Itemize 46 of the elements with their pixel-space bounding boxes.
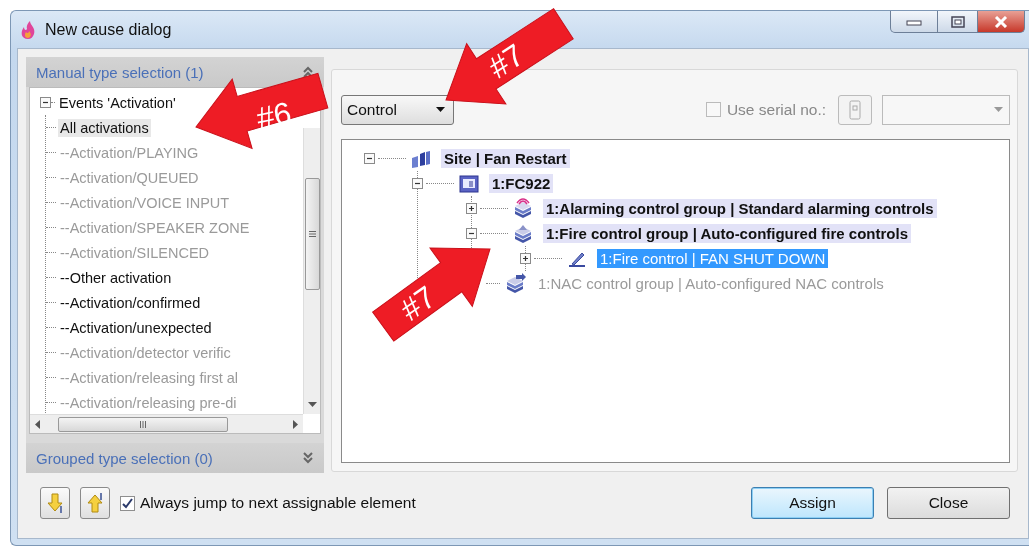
tree-item[interactable]: 1:Fire control group | Auto-configured fire controls xyxy=(543,224,911,243)
close-icon xyxy=(994,15,1008,28)
minimize-button[interactable] xyxy=(890,11,938,33)
caret-icon xyxy=(994,106,1003,113)
close-button[interactable] xyxy=(978,11,1025,33)
flame-icon xyxy=(19,19,37,40)
maximize-button[interactable] xyxy=(938,11,978,33)
grip-icon xyxy=(308,230,316,238)
maximize-icon xyxy=(950,15,965,28)
callout-label: #7 xyxy=(482,37,531,86)
move-up-button[interactable] xyxy=(80,487,110,519)
collapse-icon[interactable] xyxy=(40,97,51,108)
checkbox-label: Always jump to next assignable element xyxy=(140,494,416,512)
scroll-left-icon[interactable] xyxy=(34,419,40,429)
move-down-button[interactable] xyxy=(40,487,70,519)
grip-icon xyxy=(139,420,147,428)
phone-icon xyxy=(849,99,861,120)
collapse-icon[interactable] xyxy=(364,153,375,164)
tree-item[interactable]: --Activation/unexpected xyxy=(58,318,214,337)
tree-item[interactable]: --Activation/confirmed xyxy=(58,293,203,312)
expand-icon[interactable] xyxy=(520,253,531,264)
expand-icon[interactable] xyxy=(466,203,477,214)
assign-button[interactable]: Assign xyxy=(751,487,874,519)
control-panel-icon xyxy=(457,172,481,195)
horizontal-scrollbar[interactable] xyxy=(30,414,303,433)
caret-icon xyxy=(436,106,445,113)
collapse-icon[interactable] xyxy=(466,228,477,239)
tree-item[interactable]: Events 'Activation' xyxy=(57,93,178,112)
close-dialog-button[interactable]: Close xyxy=(887,487,1010,519)
checkbox[interactable] xyxy=(120,495,135,511)
checkbox-label: Use serial no.: xyxy=(726,100,826,119)
callout-label: #7 xyxy=(393,279,443,328)
tree-item[interactable]: 1:FC922 xyxy=(489,174,554,193)
tree-item[interactable]: --Other activation xyxy=(58,268,174,287)
minimize-icon xyxy=(906,17,922,26)
window-title: New cause dialog xyxy=(45,20,172,39)
arrow-up-icon xyxy=(86,492,104,514)
scroll-right-icon[interactable] xyxy=(293,419,299,429)
scroll-down-icon[interactable] xyxy=(307,402,317,408)
tree-item[interactable]: 1:Alarming control group | Standard alarming controls xyxy=(543,199,937,218)
tree-item[interactable]: All activations xyxy=(58,118,151,137)
vertical-scrollbar[interactable] xyxy=(303,128,320,414)
type-dropdown[interactable]: Control xyxy=(341,94,454,125)
collapse-icon[interactable] xyxy=(412,178,423,189)
arrow-down-icon xyxy=(46,492,64,514)
tree-item[interactable]: Site | Fan Restart xyxy=(441,149,570,168)
